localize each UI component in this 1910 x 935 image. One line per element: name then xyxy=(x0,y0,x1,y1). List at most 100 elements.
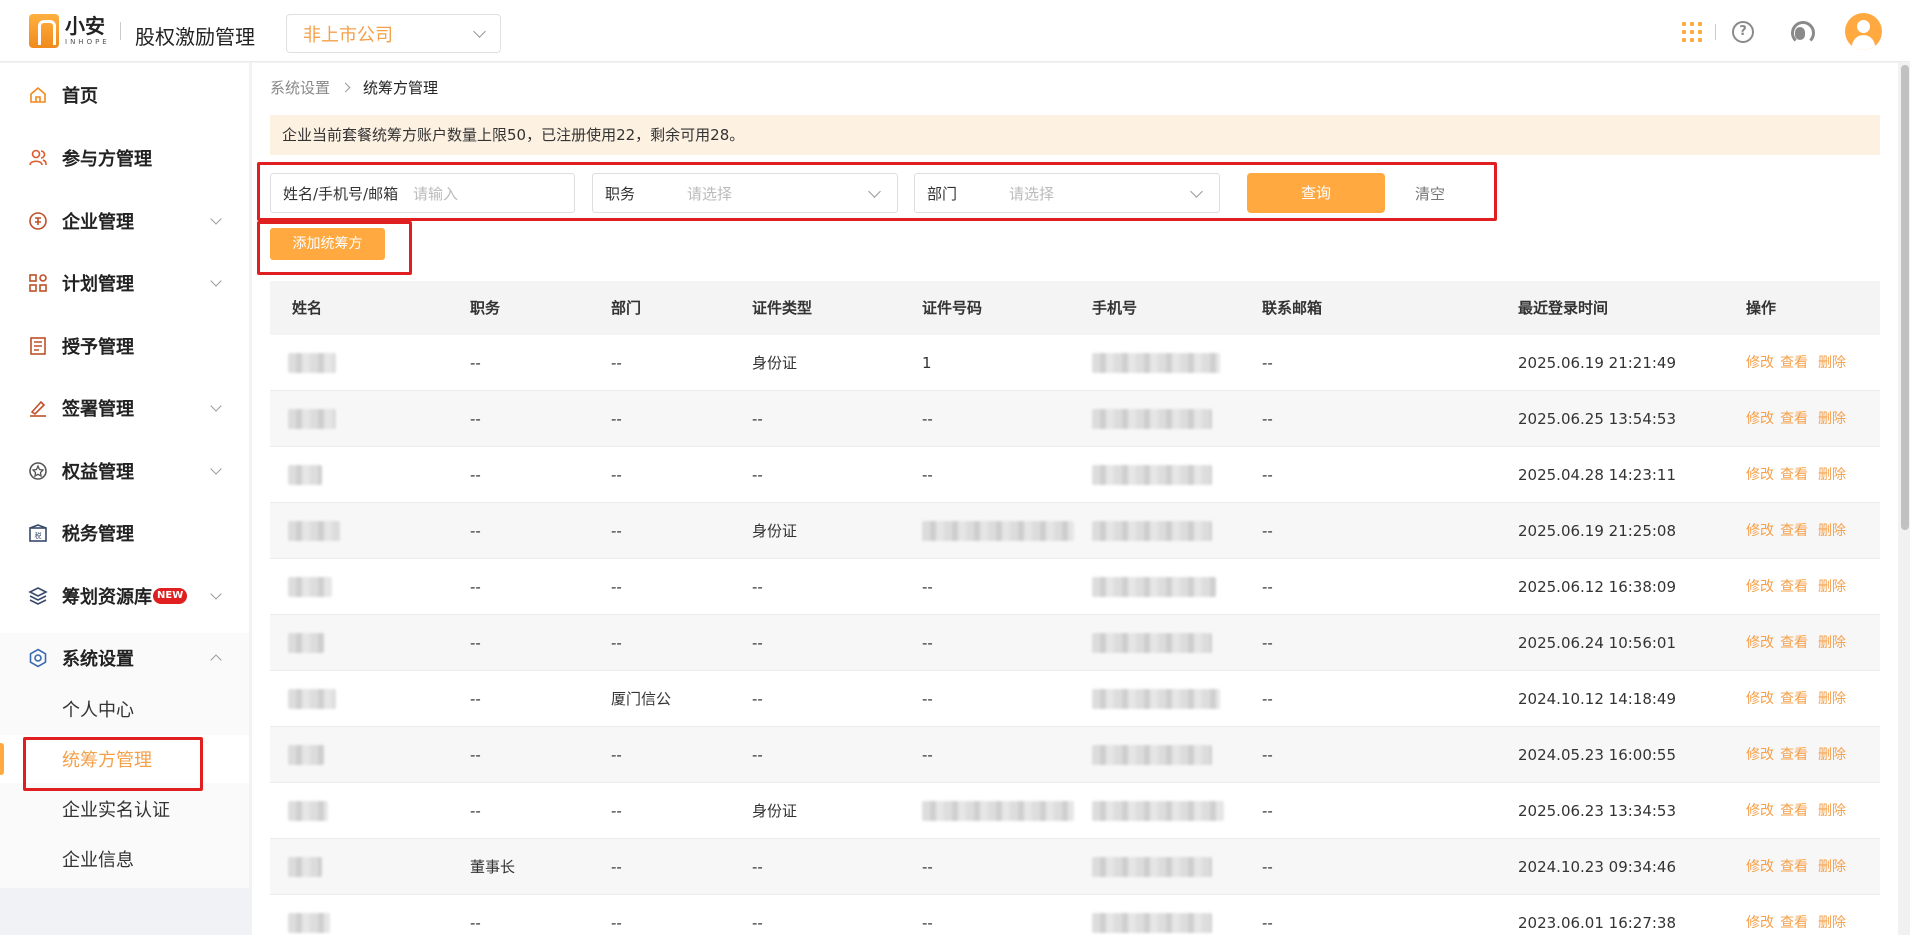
delete-link[interactable]: 删除 xyxy=(1818,915,1846,931)
vertical-scrollbar[interactable] xyxy=(1900,63,1910,935)
equity-icon xyxy=(28,461,48,481)
view-link[interactable]: 查看 xyxy=(1780,747,1808,763)
row-actions: 修改 查看 删除 xyxy=(1746,615,1852,671)
delete-link[interactable]: 删除 xyxy=(1818,747,1846,763)
redacted-phone xyxy=(1092,577,1216,597)
row-actions: 修改 查看 删除 xyxy=(1746,503,1852,559)
cell-dept: -- xyxy=(611,802,622,820)
view-link[interactable]: 查看 xyxy=(1780,803,1808,819)
column-header: 姓名 xyxy=(292,299,323,317)
view-link[interactable]: 查看 xyxy=(1780,635,1808,651)
apps-grid-icon[interactable] xyxy=(1682,22,1702,42)
table-row: -- -- -- -- -- 2025.04.28 14:23:11 修改 查看 删除 xyxy=(270,447,1880,503)
cell-id-type: -- xyxy=(752,914,763,932)
redacted-phone xyxy=(1092,801,1224,821)
sidebar-item-tax[interactable]: 税 税务管理 xyxy=(0,508,249,558)
settings-icon xyxy=(28,648,48,668)
edit-link[interactable]: 修改 xyxy=(1746,411,1774,427)
sidebar-item-label: 计划管理 xyxy=(62,274,134,295)
table-header: 姓名 职务 部门 证件类型 证件号码 手机号 联系邮箱 最近登录时间 操作 xyxy=(270,281,1880,335)
cell-dept: -- xyxy=(611,354,622,372)
cell-id-type: -- xyxy=(752,858,763,876)
view-link[interactable]: 查看 xyxy=(1780,355,1808,371)
edit-link[interactable]: 修改 xyxy=(1746,803,1774,819)
view-link[interactable]: 查看 xyxy=(1780,523,1808,539)
sidebar-item-settings[interactable]: 系统设置 xyxy=(0,633,249,683)
sidebar-item-grant[interactable]: 授予管理 xyxy=(0,321,249,371)
help-icon[interactable]: ? xyxy=(1732,21,1754,43)
delete-link[interactable]: 删除 xyxy=(1818,579,1846,595)
delete-link[interactable]: 删除 xyxy=(1818,411,1846,427)
sidebar-item-home[interactable]: 首页 xyxy=(0,70,249,120)
redacted-phone xyxy=(1092,521,1212,541)
sidebar-item-sign[interactable]: 签署管理 xyxy=(0,383,249,433)
table-row: -- -- -- -- -- 2025.06.25 13:54:53 修改 查看 删除 xyxy=(270,391,1880,447)
redacted-phone xyxy=(1092,409,1212,429)
sidebar-subitem-enterprise-info[interactable]: 企业信息 xyxy=(0,835,249,883)
user-avatar-icon[interactable] xyxy=(1845,13,1882,50)
customer-service-icon[interactable] xyxy=(1788,20,1815,45)
subitem-label: 企业信息 xyxy=(62,850,134,871)
cell-id-type: 身份证 xyxy=(752,802,798,820)
sidebar-item-participants[interactable]: 参与方管理 xyxy=(0,133,249,183)
edit-link[interactable]: 修改 xyxy=(1746,579,1774,595)
cell-id-no: -- xyxy=(922,466,933,484)
breadcrumb-parent[interactable]: 系统设置 xyxy=(270,77,330,98)
sidebar-item-label: 筹划资源库 xyxy=(62,587,152,608)
sidebar-subitem-real-name-auth[interactable]: 企业实名认证 xyxy=(0,785,249,833)
sidebar-item-label: 系统设置 xyxy=(62,649,134,670)
logo-subtitle: INHOPE xyxy=(65,38,110,46)
cell-position: 董事长 xyxy=(470,858,516,876)
row-actions: 修改 查看 删除 xyxy=(1746,671,1852,727)
column-header: 证件类型 xyxy=(752,299,813,317)
delete-link[interactable]: 删除 xyxy=(1818,859,1846,875)
cell-last-login: 2025.06.23 13:34:53 xyxy=(1518,802,1677,820)
view-link[interactable]: 查看 xyxy=(1780,691,1808,707)
delete-link[interactable]: 删除 xyxy=(1818,635,1846,651)
column-header: 职务 xyxy=(470,299,501,317)
cell-id-type: -- xyxy=(752,634,763,652)
delete-link[interactable]: 删除 xyxy=(1818,803,1846,819)
sidebar-item-resources[interactable]: 筹划资源库 NEW xyxy=(0,571,249,621)
cell-last-login: 2025.06.24 10:56:01 xyxy=(1518,634,1677,652)
cell-position: -- xyxy=(470,746,481,764)
view-link[interactable]: 查看 xyxy=(1780,859,1808,875)
view-link[interactable]: 查看 xyxy=(1780,579,1808,595)
cell-last-login: 2024.10.12 14:18:49 xyxy=(1518,690,1677,708)
table-row: -- 厦门信公 -- -- -- 2024.10.12 14:18:49 修改 查看 删除 xyxy=(270,671,1880,727)
view-link[interactable]: 查看 xyxy=(1780,915,1808,931)
sidebar-item-equity[interactable]: 权益管理 xyxy=(0,446,249,496)
edit-link[interactable]: 修改 xyxy=(1746,523,1774,539)
sidebar-subitem-personal-center[interactable]: 个人中心 xyxy=(0,685,249,733)
delete-link[interactable]: 删除 xyxy=(1818,355,1846,371)
table-body: -- -- 身份证 1 -- 2025.06.19 21:21:49 修改 查看 删除 -- -- -… xyxy=(270,335,1880,935)
logo[interactable]: 小安 INHOPE xyxy=(29,14,110,48)
edit-link[interactable]: 修改 xyxy=(1746,915,1774,931)
sidebar-item-enterprise[interactable]: 企业管理 xyxy=(0,196,249,246)
delete-link[interactable]: 删除 xyxy=(1818,523,1846,539)
row-actions: 修改 查看 删除 xyxy=(1746,447,1852,503)
edit-link[interactable]: 修改 xyxy=(1746,467,1774,483)
sidebar-item-plan[interactable]: 计划管理 xyxy=(0,258,249,308)
delete-link[interactable]: 删除 xyxy=(1818,467,1846,483)
edit-link[interactable]: 修改 xyxy=(1746,635,1774,651)
cell-dept: -- xyxy=(611,634,622,652)
edit-link[interactable]: 修改 xyxy=(1746,355,1774,371)
edit-link[interactable]: 修改 xyxy=(1746,859,1774,875)
edit-link[interactable]: 修改 xyxy=(1746,747,1774,763)
company-type-select[interactable]: 非上市公司 xyxy=(286,14,501,53)
edit-link[interactable]: 修改 xyxy=(1746,691,1774,707)
sidebar-item-label: 企业管理 xyxy=(62,212,134,233)
new-badge: NEW xyxy=(153,588,188,604)
cell-position: -- xyxy=(470,354,481,372)
cell-email: -- xyxy=(1262,746,1273,764)
scrollbar-thumb[interactable] xyxy=(1901,65,1909,530)
subitem-label: 企业实名认证 xyxy=(62,800,170,821)
redacted-name xyxy=(288,913,330,933)
cell-id-type: -- xyxy=(752,466,763,484)
view-link[interactable]: 查看 xyxy=(1780,467,1808,483)
delete-link[interactable]: 删除 xyxy=(1818,691,1846,707)
cell-dept: 厦门信公 xyxy=(611,690,672,708)
view-link[interactable]: 查看 xyxy=(1780,411,1808,427)
cell-dept: -- xyxy=(611,466,622,484)
